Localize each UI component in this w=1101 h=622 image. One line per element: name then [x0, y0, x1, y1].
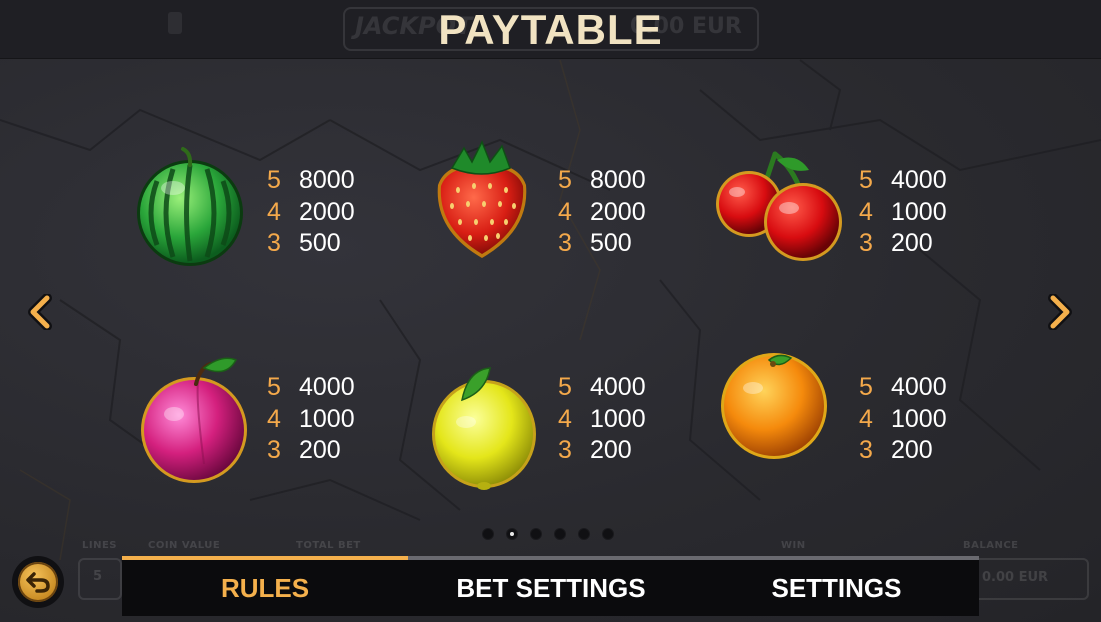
bottom-tab-bar: RULES BET SETTINGS SETTINGS [122, 556, 979, 616]
page-title: PAYTABLE [438, 6, 663, 53]
pay-row: 5 4000 [558, 372, 646, 404]
pay-row: 4 1000 [558, 404, 646, 436]
tab-rules[interactable]: RULES [122, 560, 408, 616]
pay-value: 200 [891, 229, 933, 257]
pay-value: 1000 [299, 404, 355, 433]
pay-row: 5 4000 [859, 165, 947, 197]
pay-value: 1000 [891, 404, 947, 433]
page-dot-1[interactable] [482, 528, 494, 540]
pay-count: 4 [558, 197, 572, 226]
pay-row: 4 2000 [267, 197, 355, 229]
cherries-icon [713, 148, 847, 268]
pay-count: 5 [267, 373, 281, 401]
pay-value: 1000 [891, 197, 947, 226]
pay-row: 3 200 [859, 228, 947, 260]
pay-value: 2000 [590, 197, 646, 226]
pay-row: 4 1000 [267, 404, 355, 436]
total-bet-label-ghost: TOTAL BET [296, 540, 361, 551]
strawberry-paytable: 5 8000 4 2000 3 500 [558, 165, 646, 260]
tab-bet-settings[interactable]: BET SETTINGS [408, 560, 694, 616]
pay-count: 5 [859, 373, 873, 401]
previous-page-button[interactable] [22, 293, 58, 331]
back-button-face [18, 562, 58, 602]
pay-count: 4 [859, 197, 873, 226]
pay-row: 5 4000 [859, 372, 947, 404]
plum-icon [140, 354, 252, 490]
pay-count: 3 [859, 229, 873, 257]
chevron-left-icon [28, 294, 52, 330]
pay-row: 5 8000 [267, 165, 355, 197]
pay-row: 5 4000 [267, 372, 355, 404]
pay-value: 200 [590, 436, 632, 464]
cherries-paytable: 5 4000 4 1000 3 200 [859, 165, 947, 260]
pay-count: 3 [267, 229, 281, 257]
strawberry-icon [428, 140, 536, 266]
back-button[interactable] [12, 556, 64, 608]
lemon-icon [432, 362, 540, 496]
pay-row: 3 500 [558, 228, 646, 260]
page-dot-2[interactable] [506, 528, 518, 540]
balance-value-ghost: 0.00 EUR [982, 570, 1049, 585]
win-label-ghost: WIN [781, 540, 806, 551]
coin-value-label-ghost: COIN VALUE [148, 540, 221, 551]
pay-count: 3 [558, 436, 572, 464]
page-dot-3[interactable] [530, 528, 542, 540]
pay-row: 4 2000 [558, 197, 646, 229]
pay-count: 3 [859, 436, 873, 464]
pagination-dots [482, 528, 614, 540]
pay-value: 500 [299, 229, 341, 257]
pay-row: 4 1000 [859, 404, 947, 436]
pay-count: 4 [267, 404, 281, 433]
pay-row: 3 200 [859, 435, 947, 467]
back-arrow-icon [26, 572, 50, 593]
page-dot-4[interactable] [554, 528, 566, 540]
pay-value: 1000 [590, 404, 646, 433]
lines-value-ghost: 5 [93, 569, 103, 584]
pay-count: 5 [267, 166, 281, 194]
orange-paytable: 5 4000 4 1000 3 200 [859, 372, 947, 467]
chevron-right-icon [1048, 294, 1072, 330]
pay-value: 2000 [299, 197, 355, 226]
pay-count: 5 [859, 166, 873, 194]
pay-count: 5 [558, 166, 572, 194]
watermelon-icon [133, 143, 249, 275]
balance-label-ghost: BALANCE [963, 540, 1019, 551]
plum-paytable: 5 4000 4 1000 3 200 [267, 372, 355, 467]
page-dot-5[interactable] [578, 528, 590, 540]
lines-label-ghost: LINES [82, 540, 117, 551]
pay-value: 4000 [299, 373, 355, 401]
pay-value: 200 [299, 436, 341, 464]
pay-count: 4 [267, 197, 281, 226]
pay-value: 8000 [299, 166, 355, 194]
page-dot-6[interactable] [602, 528, 614, 540]
pay-value: 500 [590, 229, 632, 257]
pay-value: 8000 [590, 166, 646, 194]
pay-count: 3 [267, 436, 281, 464]
pay-count: 5 [558, 373, 572, 401]
pay-row: 3 200 [558, 435, 646, 467]
lemon-paytable: 5 4000 4 1000 3 200 [558, 372, 646, 467]
next-page-button[interactable] [1042, 293, 1078, 331]
pay-value: 4000 [891, 166, 947, 194]
header-bar: JACKPOT 0.00 EUR PAYTABLE [0, 0, 1101, 59]
pay-value: 4000 [590, 373, 646, 401]
pay-count: 4 [558, 404, 572, 433]
pay-value: 200 [891, 436, 933, 464]
tab-settings[interactable]: SETTINGS [694, 560, 979, 616]
pay-count: 4 [859, 404, 873, 433]
pay-count: 3 [558, 229, 572, 257]
pay-row: 4 1000 [859, 197, 947, 229]
orange-icon [719, 350, 831, 464]
pay-value: 4000 [891, 373, 947, 401]
pay-row: 3 200 [267, 435, 355, 467]
pay-row: 3 500 [267, 228, 355, 260]
pay-row: 5 8000 [558, 165, 646, 197]
watermelon-paytable: 5 8000 4 2000 3 500 [267, 165, 355, 260]
